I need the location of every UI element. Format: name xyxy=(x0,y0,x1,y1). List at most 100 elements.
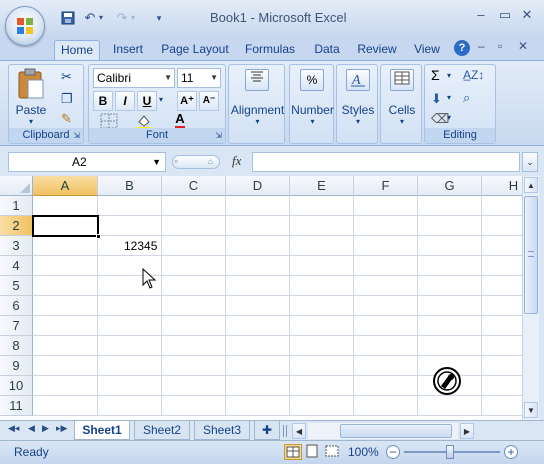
minimize-icon[interactable]: – xyxy=(470,6,492,24)
save-icon[interactable] xyxy=(58,9,78,27)
column-header-h[interactable]: H xyxy=(482,176,522,196)
cell[interactable] xyxy=(33,316,98,336)
insert-sheet-icon[interactable]: ✚ xyxy=(254,421,280,440)
prev-sheet-icon[interactable]: ◀ xyxy=(28,423,35,434)
ribbon-restore-icon[interactable]: ▫ xyxy=(498,39,502,53)
font-family-combo[interactable]: Calibri ▼ xyxy=(93,68,175,88)
cell[interactable] xyxy=(482,376,522,396)
name-box[interactable]: A2 ▼ xyxy=(8,152,166,172)
fill-icon[interactable]: ⬇ xyxy=(431,91,442,107)
tab-split-handle[interactable] xyxy=(283,425,287,437)
cell[interactable] xyxy=(98,296,162,316)
cell[interactable] xyxy=(482,396,522,416)
alignment-group[interactable]: Alignment ▾ xyxy=(228,64,285,144)
cell[interactable] xyxy=(162,276,226,296)
cell[interactable] xyxy=(290,316,354,336)
column-header-g[interactable]: G xyxy=(418,176,482,196)
tab-page-layout[interactable]: Page Layout xyxy=(158,40,232,60)
scroll-left-icon[interactable]: ◀ xyxy=(292,423,306,439)
first-sheet-icon[interactable]: ◀◂ xyxy=(8,423,19,434)
zoom-in-icon[interactable]: + xyxy=(504,445,518,459)
tab-review[interactable]: Review xyxy=(352,40,402,60)
autosum-dropdown-icon[interactable]: ▾ xyxy=(447,71,451,80)
office-button[interactable] xyxy=(5,6,45,46)
cell[interactable] xyxy=(290,376,354,396)
tab-insert[interactable]: Insert xyxy=(106,40,150,60)
zoom-level[interactable]: 100% xyxy=(348,445,379,459)
ribbon-minimize-icon[interactable]: – xyxy=(478,39,485,53)
formula-input[interactable] xyxy=(252,152,520,172)
cell[interactable] xyxy=(162,216,226,236)
page-layout-view-icon[interactable] xyxy=(304,444,322,460)
fill-handle[interactable] xyxy=(96,234,101,239)
format-painter-icon[interactable]: ✎ xyxy=(61,111,72,127)
cell[interactable] xyxy=(418,296,482,316)
cell[interactable] xyxy=(290,256,354,276)
cell[interactable] xyxy=(418,336,482,356)
cell[interactable] xyxy=(482,356,522,376)
cell[interactable] xyxy=(354,316,418,336)
last-sheet-icon[interactable]: ▸▶ xyxy=(56,423,67,434)
font-size-combo[interactable]: 11 ▼ xyxy=(177,68,221,88)
scroll-down-icon[interactable]: ▼ xyxy=(524,402,538,418)
sheet-tab-2[interactable]: Sheet2 xyxy=(134,421,190,440)
cell[interactable] xyxy=(162,396,226,416)
help-icon[interactable]: ? xyxy=(454,40,470,56)
row-header-10[interactable]: 10 xyxy=(0,376,33,396)
shrink-font-button[interactable]: A⁻ xyxy=(199,91,219,111)
cell[interactable] xyxy=(33,236,98,256)
bold-button[interactable]: B xyxy=(93,91,113,111)
cell[interactable] xyxy=(98,356,162,376)
cell[interactable] xyxy=(482,216,522,236)
cell[interactable] xyxy=(162,296,226,316)
row-header-11[interactable]: 11 xyxy=(0,396,33,416)
cell[interactable] xyxy=(33,376,98,396)
row-header-7[interactable]: 7 xyxy=(0,316,33,336)
cell[interactable] xyxy=(290,236,354,256)
sheet-tab-1[interactable]: Sheet1 xyxy=(74,421,130,440)
cell[interactable] xyxy=(354,336,418,356)
vertical-scroll-thumb[interactable] xyxy=(524,196,538,314)
tab-data[interactable]: Data xyxy=(308,40,346,60)
cell[interactable] xyxy=(354,396,418,416)
cell[interactable] xyxy=(162,196,226,216)
cell[interactable] xyxy=(33,196,98,216)
cell[interactable] xyxy=(290,196,354,216)
cell[interactable] xyxy=(162,236,226,256)
row-header-2[interactable]: 2 xyxy=(0,216,33,236)
page-break-view-icon[interactable] xyxy=(324,444,342,460)
cell[interactable] xyxy=(98,316,162,336)
sheet-tab-3[interactable]: Sheet3 xyxy=(194,421,250,440)
cell[interactable] xyxy=(98,376,162,396)
cell[interactable] xyxy=(226,316,290,336)
find-select-icon[interactable]: ⌕ xyxy=(463,90,470,106)
row-header-9[interactable]: 9 xyxy=(0,356,33,376)
column-header-d[interactable]: D xyxy=(226,176,290,196)
cell[interactable] xyxy=(482,196,522,216)
cell[interactable] xyxy=(226,356,290,376)
cell[interactable] xyxy=(33,276,98,296)
cell[interactable] xyxy=(354,276,418,296)
restore-icon[interactable]: ▭ xyxy=(494,6,516,24)
cell[interactable] xyxy=(226,396,290,416)
redo-dropdown-icon[interactable]: ▾ xyxy=(128,9,138,27)
cell[interactable] xyxy=(33,256,98,276)
cell[interactable] xyxy=(226,256,290,276)
number-group[interactable]: % Number ▾ xyxy=(289,64,334,144)
vertical-scrollbar[interactable]: ▲ ▼ xyxy=(522,176,539,420)
cell[interactable] xyxy=(354,196,418,216)
cell[interactable] xyxy=(482,296,522,316)
cell[interactable] xyxy=(354,376,418,396)
cell[interactable] xyxy=(482,276,522,296)
ribbon-close-icon[interactable]: ✕ xyxy=(518,39,528,53)
cell[interactable] xyxy=(226,376,290,396)
cell[interactable] xyxy=(290,276,354,296)
cell[interactable] xyxy=(98,336,162,356)
cell[interactable] xyxy=(226,196,290,216)
cell[interactable] xyxy=(482,236,522,256)
cell[interactable] xyxy=(482,256,522,276)
column-header-b[interactable]: B xyxy=(98,176,162,196)
cell[interactable] xyxy=(482,336,522,356)
zoom-out-icon[interactable]: – xyxy=(386,445,400,459)
scroll-right-icon[interactable]: ▶ xyxy=(460,423,474,439)
